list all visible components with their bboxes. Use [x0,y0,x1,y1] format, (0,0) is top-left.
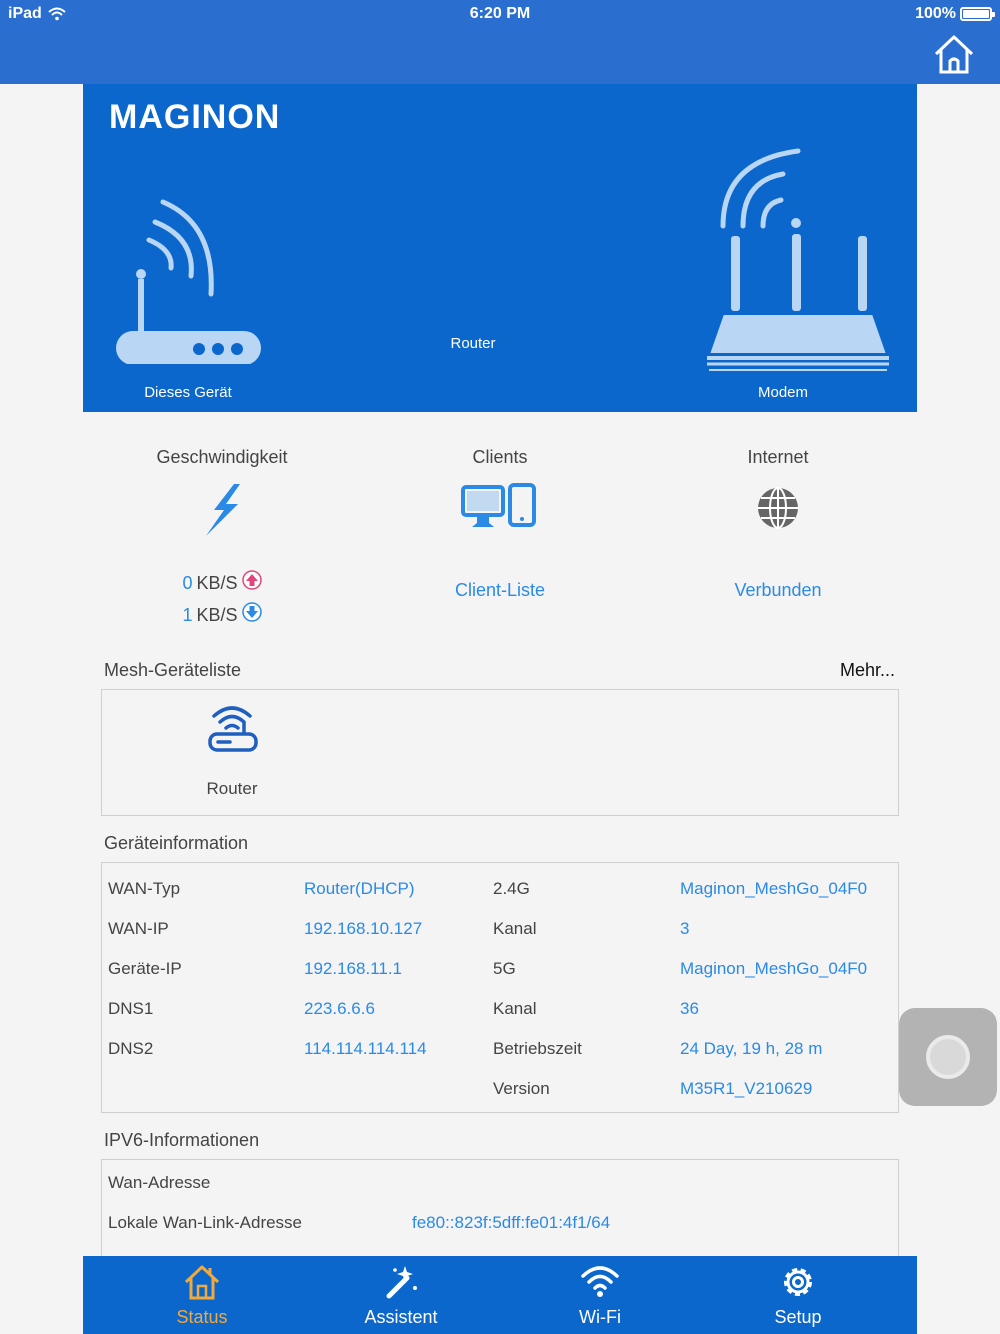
home-icon [184,1265,220,1300]
device-info-table: WAN-Typ Router(DHCP) 2.4G Maginon_MeshGo… [101,862,899,1113]
info-row: WAN-Typ Router(DHCP) 2.4G Maginon_MeshGo… [108,879,868,898]
internet-status: Verbunden [734,580,822,600]
device-info-title: Geräteinformation [104,833,249,853]
modem-label: Modem [757,384,809,401]
modem-icon[interactable] [703,146,903,376]
tab-status[interactable]: Status [98,1256,306,1334]
status-overview: Geschwindigkeit 0 KB/S 1 KB/S Clients Cl… [83,432,917,632]
brand-logo: MAGINON [109,98,281,136]
clients-panel[interactable]: Clients Client-Liste [361,432,639,601]
devices-icon [461,483,536,527]
info-row: Wan-Adresse [108,1173,211,1192]
ipv6-table: Wan-Adresse Lokale Wan-Link-Adresse fe80… [101,1159,899,1269]
speed-values: 0 KB/S 1 KB/S [83,567,361,631]
mesh-title: Mesh-Geräteliste [104,660,242,680]
info-row: Geräte-IP 192.168.11.1 5G Maginon_MeshGo… [108,959,868,978]
tab-wifi[interactable]: Wi-Fi [496,1256,704,1334]
status-right: 100% [915,5,995,23]
this-device-icon[interactable] [111,194,271,364]
tab-bar: Status Assistent Wi-Fi Setup [83,1256,917,1334]
assistive-touch-button[interactable] [899,1008,997,1106]
router-icon [208,706,258,752]
assistive-touch-icon [926,1035,970,1079]
download-speed: 1 KB/S [83,599,361,631]
upload-speed: 0 KB/S [83,567,361,599]
globe-icon [758,487,798,529]
gear-icon [784,1268,812,1296]
lightning-icon [206,484,240,536]
wifi-icon [581,1266,619,1297]
this-device-label: Dieses Gerät [144,384,232,401]
tab-setup[interactable]: Setup [694,1256,902,1334]
status-bar: iPad 6:20 PM 100% [0,0,1000,84]
info-row: Lokale Wan-Link-Adresse fe80::823f:5dff:… [108,1213,611,1232]
info-row: DNS1 223.6.6.6 Kanal 36 [108,999,699,1018]
speed-title: Geschwindigkeit [156,447,288,467]
tab-assistant[interactable]: Assistent [297,1256,505,1334]
mesh-device-router[interactable]: Router [182,700,282,799]
more-link[interactable]: Mehr... [840,660,895,681]
clock: 6:20 PM [469,5,531,22]
speed-panel: Geschwindigkeit 0 KB/S 1 KB/S [83,432,361,631]
upload-arrow-icon [241,570,262,590]
download-arrow-icon [241,602,262,622]
info-row: DNS2 114.114.114.114 Betriebszeit 24 Day… [108,1039,823,1058]
mesh-device-label: Router [206,779,258,798]
battery-percent: 100% [915,5,956,22]
info-row: WAN-IP 192.168.10.127 Kanal 3 [108,919,690,938]
network-topology-banner: MAGINON Dieses Gerät Router Modem [83,84,917,412]
mesh-device-list: Router [101,689,899,816]
ipv6-title: IPV6-Informationen [104,1130,260,1150]
battery-icon [960,7,995,21]
internet-title: Internet [747,447,809,467]
home-button[interactable] [932,32,976,76]
router-label: Router [450,335,496,352]
magic-wand-icon [386,1266,417,1299]
internet-panel: Internet Verbunden [639,432,917,601]
info-row: Version M35R1_V210629 [493,1079,813,1098]
client-list-link[interactable]: Client-Liste [361,580,639,601]
clients-title: Clients [472,447,528,467]
